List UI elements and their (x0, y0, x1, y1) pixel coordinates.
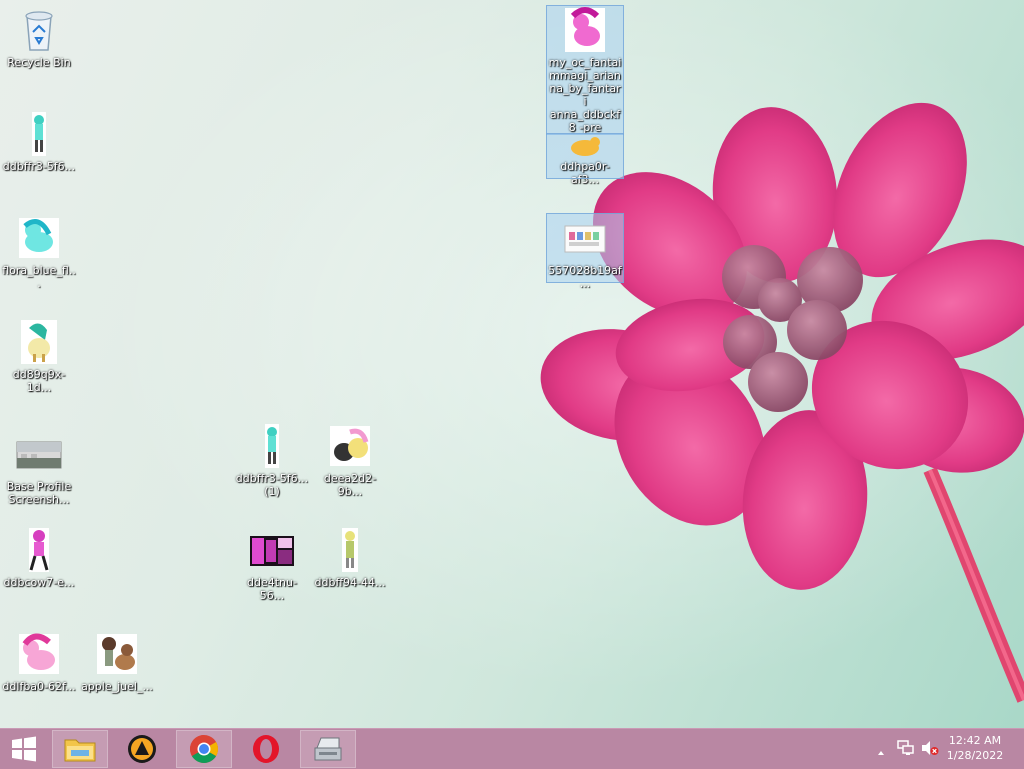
pony-image-thumbnail (330, 426, 370, 466)
icon-label: ddbffr3-5f6... (2, 160, 76, 173)
icon-label: ddhpa0r-af3... (560, 160, 610, 186)
chrome-icon (190, 735, 218, 763)
icon-label: apple_juel_... (81, 680, 153, 693)
pony-image-thumbnail (571, 137, 600, 156)
icon-label: ddlfba0-62f... (2, 680, 76, 693)
file-icon[interactable]: ddbcow7-e... (1, 526, 77, 589)
file-icon[interactable]: deea2d2-9b... (312, 422, 388, 498)
icon-label: Base Profile Screensh... (6, 480, 72, 506)
file-icon[interactable]: my_oc_fantai mmagi_arian na_by_fantari a… (546, 5, 624, 135)
taskbar-opera[interactable] (238, 730, 294, 768)
file-icon[interactable]: Base Profile Screensh... (1, 430, 77, 506)
screenshot-thumbnail (564, 225, 606, 253)
icon-label: ddbff94-44... (314, 576, 386, 589)
volume-control[interactable] (921, 740, 939, 760)
recycle-bin-icon (25, 11, 53, 51)
file-icon[interactable]: flora_blue_fl... (1, 214, 77, 290)
icon-label: dd89q9x-1d... (12, 368, 66, 394)
pony-image-thumbnail (342, 528, 358, 572)
show-hidden-icons[interactable] (876, 743, 886, 762)
file-icon[interactable]: ddbffr3-5f6... (1) (234, 422, 310, 498)
pony-image-thumbnail (97, 634, 137, 674)
taskbar-aimp[interactable] (114, 730, 170, 768)
volume-muted-icon (922, 741, 939, 755)
start-button[interactable] (0, 730, 48, 768)
recycle-bin-shortcut[interactable]: Recycle Bin (1, 6, 77, 69)
icon-label: my_oc_fantai mmagi_arian na_by_fantari a… (548, 56, 622, 134)
file-icon[interactable]: 557028b19af... (546, 213, 624, 290)
network-icon (897, 740, 914, 755)
file-icon[interactable]: ddbff94-44... (312, 526, 388, 589)
windows-start-icon (12, 736, 36, 762)
pony-image-thumbnail (29, 528, 49, 572)
icon-label: 557028b19af... (548, 264, 622, 290)
file-explorer-icon (64, 739, 96, 762)
pony-image-thumbnail (19, 633, 59, 674)
network-status[interactable] (897, 740, 915, 760)
file-icon[interactable]: ddhpa0r-af3... (546, 133, 624, 186)
clock[interactable]: 12:42 AM 1/28/2022 (940, 733, 1010, 763)
icon-label: flora_blue_fl... (2, 264, 76, 290)
pony-image-thumbnail (19, 218, 59, 258)
pony-image-thumbnail (21, 320, 57, 364)
icon-label: Recycle Bin (7, 56, 71, 69)
taskbar-scanner[interactable] (300, 730, 356, 768)
pony-image-thumbnail (32, 112, 46, 156)
file-icon[interactable]: dde4tnu-56... (234, 526, 310, 602)
flower-wallpaper (0, 0, 1024, 728)
desktop[interactable]: Recycle Bin ddbffr3-5f6... flora_blue_fl… (0, 0, 1024, 728)
pony-image-thumbnail (565, 7, 605, 52)
taskbar: 12:42 AM 1/28/2022 (0, 728, 1024, 769)
screenshot-thumbnail (16, 441, 62, 469)
icon-label: deea2d2-9b... (323, 472, 377, 498)
scanner-app-icon (314, 737, 342, 761)
opera-icon (253, 735, 279, 763)
show-hidden-icons-chevron-icon (878, 751, 884, 755)
taskbar-file-explorer[interactable] (52, 730, 108, 768)
file-icon[interactable]: ddlfba0-62f... (1, 630, 77, 693)
taskbar-chrome[interactable] (176, 730, 232, 768)
aimp-player-icon (128, 735, 156, 763)
icon-label: dde4tnu-56... (247, 576, 297, 602)
icon-label: ddbcow7-e... (3, 576, 75, 589)
file-icon[interactable]: dd89q9x-1d... (1, 318, 77, 394)
file-icon[interactable]: ddbffr3-5f6... (1, 110, 77, 173)
clock-time: 12:42 AM (948, 734, 1002, 747)
clock-date: 1/28/2022 (946, 749, 1004, 762)
screenshot-thumbnail (250, 536, 294, 566)
file-icon[interactable]: apple_juel_... (79, 630, 155, 693)
icon-label: ddbffr3-5f6... (1) (235, 472, 309, 498)
pony-image-thumbnail (265, 424, 279, 468)
